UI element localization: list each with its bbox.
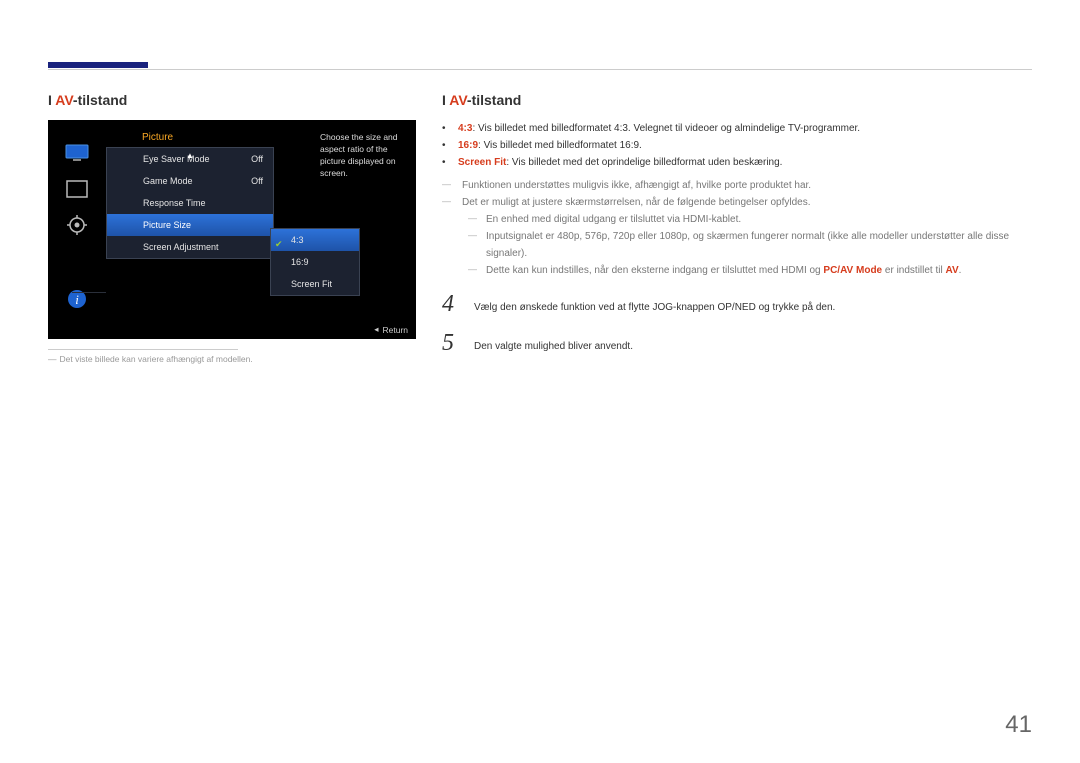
osd-sidebar: i bbox=[60, 132, 94, 320]
title-suffix: -tilstand bbox=[73, 92, 127, 108]
step-number: 4 bbox=[442, 291, 460, 318]
osd-submenu: ✔ 4:3 16:9 Screen Fit bbox=[270, 228, 360, 296]
bullet-desc: : Vis billedet med billedformatet 16:9. bbox=[478, 140, 642, 151]
caption-text: Det viste billede kan variere afhængigt … bbox=[60, 354, 253, 364]
note-2a: En enhed med digital udgang er tilslutte… bbox=[442, 211, 1022, 228]
notes-block: Funktionen understøttes muligvis ikke, a… bbox=[442, 177, 1022, 279]
bullet-desc: : Vis billedet med billedformatet 4:3. V… bbox=[472, 123, 860, 134]
osd-help-text: Choose the size and aspect ratio of the … bbox=[320, 132, 410, 180]
monitor-icon bbox=[62, 138, 92, 168]
osd-row-value: Off bbox=[251, 154, 263, 164]
osd-return-label: Return bbox=[382, 325, 408, 335]
right-section-title: I AV-tilstand bbox=[442, 92, 1022, 108]
osd-footer: ◂ Return bbox=[374, 324, 408, 335]
bullet-label: Screen Fit bbox=[458, 157, 506, 168]
osd-sub-label: Screen Fit bbox=[291, 279, 332, 289]
note-2c-bold1: PC/AV Mode bbox=[823, 265, 882, 276]
title-accent: AV bbox=[55, 92, 73, 108]
left-column: I AV-tilstand i Picture ▲ bbox=[48, 92, 416, 364]
note-2c-bold2: AV bbox=[945, 265, 958, 276]
osd-row-label: Eye Saver Mode bbox=[143, 154, 210, 164]
svg-text:i: i bbox=[75, 292, 79, 307]
left-section-title: I AV-tilstand bbox=[48, 92, 416, 108]
right-column: I AV-tilstand 4:3: Vis billedet med bill… bbox=[442, 92, 1022, 364]
osd-row-label: Game Mode bbox=[143, 176, 193, 186]
note-2c-pre: Dette kan kun indstilles, når den ekster… bbox=[486, 265, 823, 276]
osd-row-label: Screen Adjustment bbox=[143, 242, 219, 252]
bullet-label: 16:9 bbox=[458, 140, 478, 151]
header-accent bbox=[48, 62, 148, 68]
info-icon: i bbox=[62, 284, 92, 314]
osd-sub-screen-fit: Screen Fit bbox=[271, 273, 359, 295]
osd-sub-label: 4:3 bbox=[291, 235, 304, 245]
osd-row-game-mode: Game Mode Off bbox=[107, 170, 273, 192]
osd-sub-16-9: 16:9 bbox=[271, 251, 359, 273]
osd-sidebar-divider bbox=[72, 292, 106, 293]
step-5: 5 Den valgte mulighed bliver anvendt. bbox=[442, 330, 1022, 357]
bullet-label: 4:3 bbox=[458, 123, 472, 134]
osd-row-screen-adjustment: Screen Adjustment bbox=[107, 236, 273, 258]
note-2c-post: . bbox=[959, 265, 962, 276]
up-arrow-icon: ▲ bbox=[186, 151, 194, 160]
title-accent: AV bbox=[449, 92, 467, 108]
osd-row-label: Picture Size bbox=[143, 220, 191, 230]
osd-row-response-time: Response Time bbox=[107, 192, 273, 214]
osd-sub-4-3: ✔ 4:3 bbox=[271, 229, 359, 251]
bullet-desc: : Vis billedet med det oprindelige bille… bbox=[506, 157, 782, 168]
osd-row-value: Off bbox=[251, 176, 263, 186]
osd-row-label: Response Time bbox=[143, 198, 206, 208]
left-arrow-icon: ◂ bbox=[374, 324, 378, 335]
osd-screenshot: i Picture ▲ Eye Saver Mode Off Game Mo bbox=[48, 120, 416, 339]
page-number: 41 bbox=[1005, 711, 1032, 739]
bullet-screen-fit: Screen Fit: Vis billedet med det oprinde… bbox=[458, 154, 1022, 171]
step-number: 5 bbox=[442, 330, 460, 357]
gear-icon bbox=[62, 210, 92, 240]
caption-divider bbox=[48, 349, 238, 350]
note-2c-mid: er indstillet til bbox=[882, 265, 945, 276]
osd-list: ▲ Eye Saver Mode Off Game Mode Off Respo… bbox=[106, 147, 274, 259]
osd-row-picture-size: Picture Size bbox=[107, 214, 273, 236]
step-4: 4 Vælg den ønskede funktion ved at flytt… bbox=[442, 291, 1022, 318]
osd-sub-label: 16:9 bbox=[291, 257, 309, 267]
step-text: Vælg den ønskede funktion ved at flytte … bbox=[474, 291, 1022, 318]
note-2b: Inputsignalet er 480p, 576p, 720p eller … bbox=[442, 228, 1022, 262]
bullet-16-9: 16:9: Vis billedet med billedformatet 16… bbox=[458, 137, 1022, 154]
step-text: Den valgte mulighed bliver anvendt. bbox=[474, 330, 1022, 357]
bullet-4-3: 4:3: Vis billedet med billedformatet 4:3… bbox=[458, 120, 1022, 137]
header-rule bbox=[48, 62, 1032, 70]
caption-dash: ― bbox=[48, 354, 57, 364]
note-2c: Dette kan kun indstilles, når den ekster… bbox=[442, 262, 1022, 279]
note-1: Funktionen understøttes muligvis ikke, a… bbox=[442, 177, 1022, 194]
frame-icon bbox=[62, 174, 92, 204]
bullet-list: 4:3: Vis billedet med billedformatet 4:3… bbox=[442, 120, 1022, 171]
osd-row-eye-saver: ▲ Eye Saver Mode Off bbox=[107, 148, 273, 170]
image-caption: ―Det viste billede kan variere afhængigt… bbox=[48, 354, 416, 364]
note-2: Det er muligt at justere skærmstørrelsen… bbox=[442, 194, 1022, 211]
title-suffix: -tilstand bbox=[467, 92, 521, 108]
